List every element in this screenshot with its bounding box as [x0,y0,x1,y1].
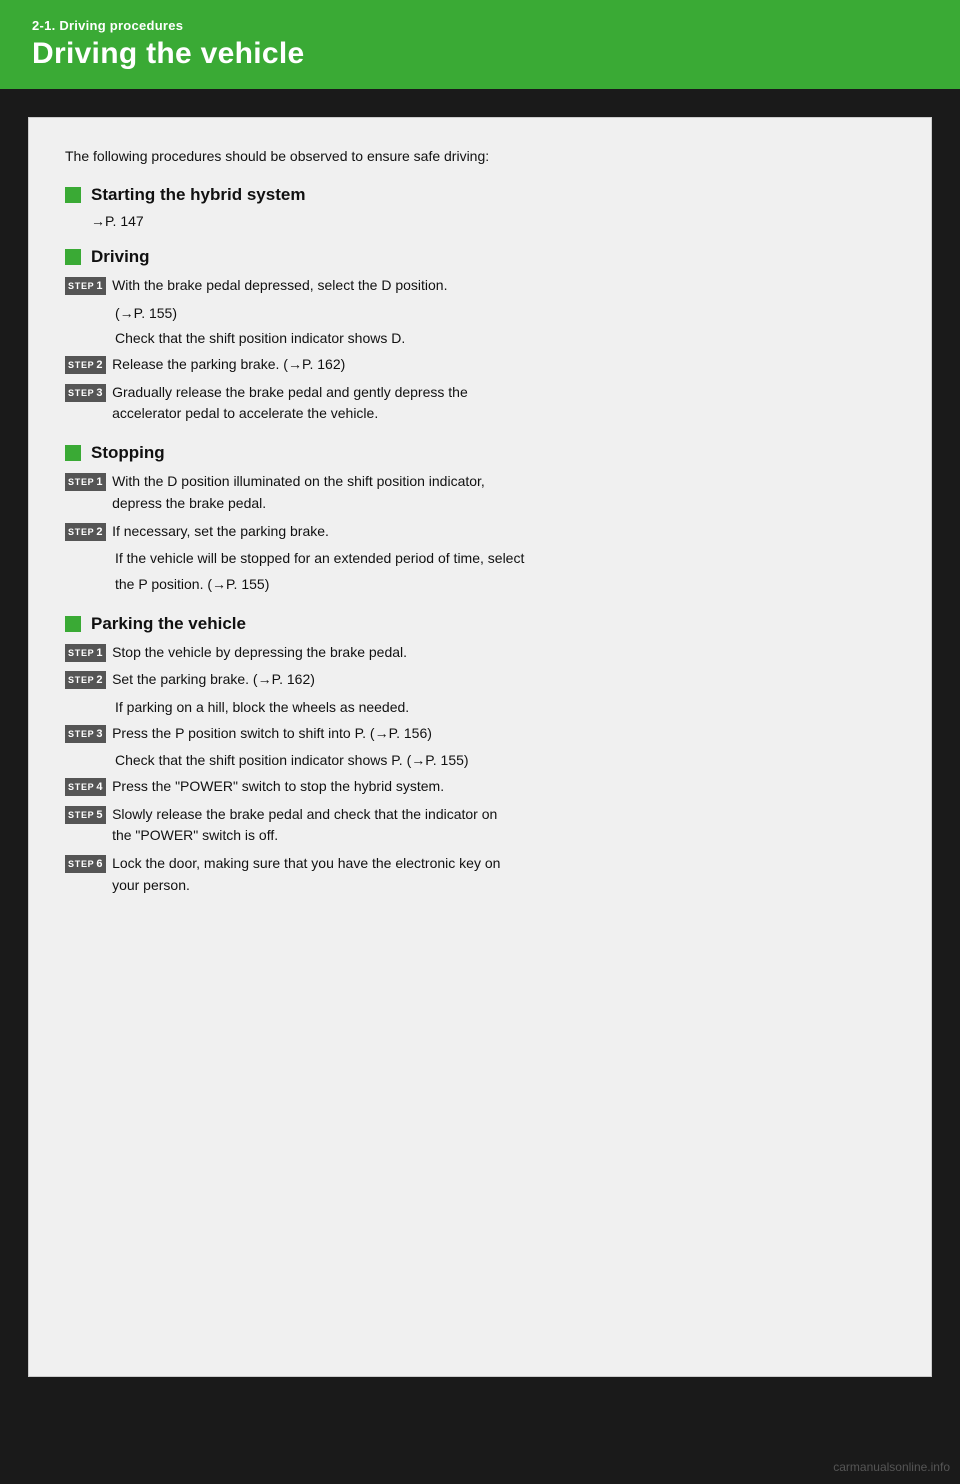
step-badge-parking-2: STEP2 [65,671,106,689]
step-indent-parking-2a: If parking on a hill, block the wheels a… [115,697,895,719]
step-badge-parking-6: STEP6 [65,855,106,873]
section-ref-starting: →P. 147 [91,213,895,229]
step-badge-parking-5: STEP5 [65,806,106,824]
step-text-driving-1: With the brake pedal depressed, select t… [112,275,895,297]
step-text-parking-1: Stop the vehicle by depressing the brake… [112,642,895,664]
step-parking-6: STEP6 Lock the door, making sure that yo… [65,853,895,896]
section-title-parking: Parking the vehicle [91,614,246,634]
header: 2-1. Driving procedures Driving the vehi… [0,0,960,89]
header-subtitle: 2-1. Driving procedures [32,18,928,33]
step-indent-parking-3a: Check that the shift position indicator … [115,750,895,772]
section-title-starting: Starting the hybrid system [91,185,305,205]
step-text-driving-3: Gradually release the brake pedal and ge… [112,382,895,425]
section-title-driving: Driving [91,247,150,267]
step-badge-driving-2: STEP2 [65,356,106,374]
step-badge-driving-3: STEP3 [65,384,106,402]
step-text-parking-4: Press the "POWER" switch to stop the hyb… [112,776,895,798]
step-badge-driving-1: STEP1 [65,277,106,295]
step-text-stopping-1: With the D position illuminated on the s… [112,471,895,514]
step-parking-4: STEP4 Press the "POWER" switch to stop t… [65,776,895,798]
step-text-parking-6: Lock the door, making sure that you have… [112,853,895,896]
green-square-driving [65,249,81,265]
green-square-parking [65,616,81,632]
watermark: carmanualsonline.info [833,1460,950,1474]
step-parking-2: STEP2 Set the parking brake. (→P. 162) [65,669,895,691]
section-stopping: Stopping STEP1 With the D position illum… [65,443,895,595]
step-parking-3: STEP3 Press the P position switch to shi… [65,723,895,745]
step-text-parking-5: Slowly release the brake pedal and check… [112,804,895,847]
section-title-stopping: Stopping [91,443,165,463]
step-badge-stopping-1: STEP1 [65,473,106,491]
step-indent-stopping-2b: the P position. (→P. 155) [115,574,895,596]
section-driving: Driving STEP1 With the brake pedal depre… [65,247,895,425]
step-driving-2: STEP2 Release the parking brake. (→P. 16… [65,354,895,376]
green-square-starting [65,187,81,203]
step-text-stopping-2: If necessary, set the parking brake. [112,521,895,543]
section-starting: Starting the hybrid system →P. 147 [65,185,895,229]
green-square-stopping [65,445,81,461]
step-indent-driving-1b: Check that the shift position indicator … [115,328,895,350]
step-driving-1: STEP1 With the brake pedal depressed, se… [65,275,895,297]
step-stopping-2: STEP2 If necessary, set the parking brak… [65,521,895,543]
step-badge-stopping-2: STEP2 [65,523,106,541]
step-parking-1: STEP1 Stop the vehicle by depressing the… [65,642,895,664]
step-text-parking-3: Press the P position switch to shift int… [112,723,895,745]
header-title: Driving the vehicle [32,37,928,71]
step-badge-parking-1: STEP1 [65,644,106,662]
step-badge-parking-4: STEP4 [65,778,106,796]
step-indent-driving-1a: (→P. 155) [115,303,895,325]
step-stopping-1: STEP1 With the D position illuminated on… [65,471,895,514]
step-badge-parking-3: STEP3 [65,725,106,743]
step-parking-5: STEP5 Slowly release the brake pedal and… [65,804,895,847]
step-indent-stopping-2a: If the vehicle will be stopped for an ex… [115,548,895,570]
step-text-driving-2: Release the parking brake. (→P. 162) [112,354,895,376]
step-text-parking-2: Set the parking brake. (→P. 162) [112,669,895,691]
step-driving-3: STEP3 Gradually release the brake pedal … [65,382,895,425]
main-content: The following procedures should be obser… [28,117,932,1377]
section-parking: Parking the vehicle STEP1 Stop the vehic… [65,614,895,897]
intro-text: The following procedures should be obser… [65,146,895,167]
